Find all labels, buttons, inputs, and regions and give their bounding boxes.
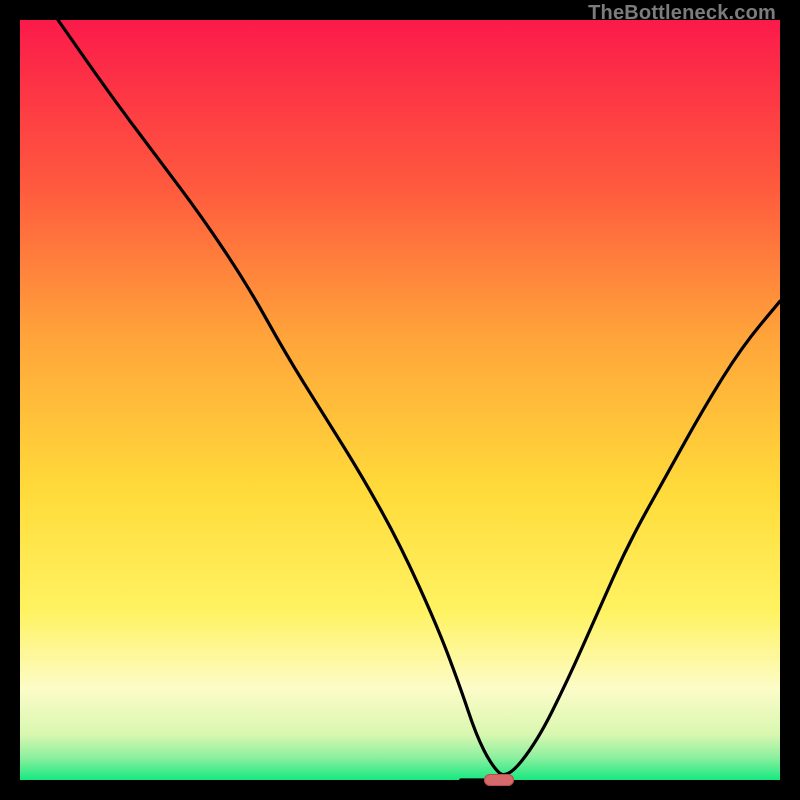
bottleneck-curve [20, 20, 780, 780]
chart-frame [20, 20, 780, 780]
plot-area [20, 20, 780, 780]
watermark-text: TheBottleneck.com [588, 2, 776, 25]
optimal-marker [484, 774, 514, 786]
